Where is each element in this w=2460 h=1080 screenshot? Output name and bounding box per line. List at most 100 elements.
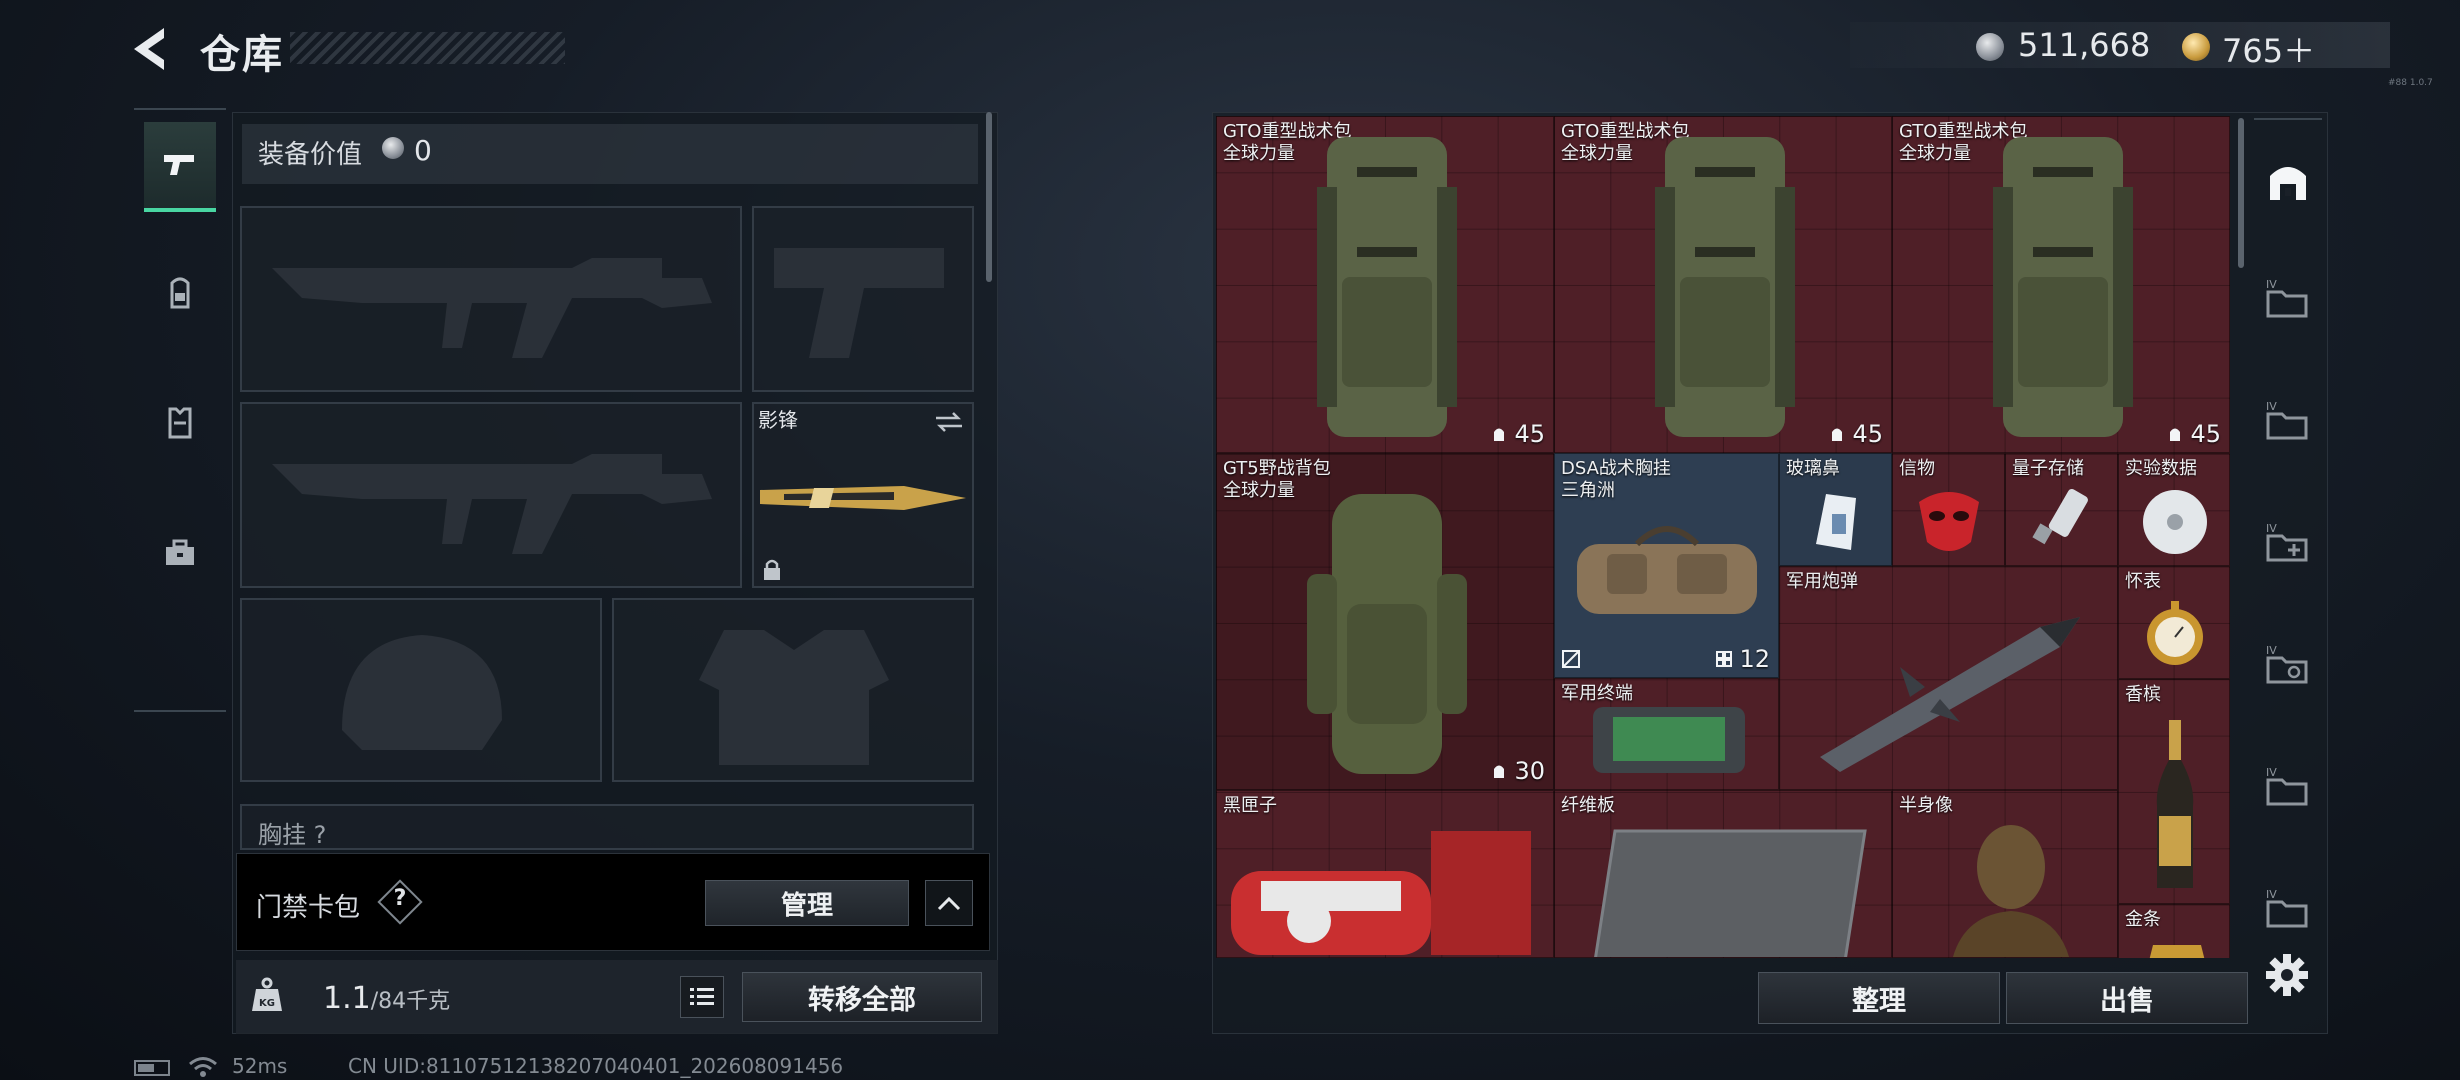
disc-icon bbox=[2143, 490, 2207, 554]
item-name: 怀表 bbox=[2125, 571, 2161, 592]
stash-grid[interactable]: GTO重型战术包 全球力量 45 GTO重型战术包 全球力量 45 GTO重型战术包… bbox=[1216, 116, 2230, 958]
capacity-icon bbox=[1494, 428, 1505, 441]
collapse-button[interactable] bbox=[925, 880, 973, 926]
item-name: 半身像 bbox=[1899, 795, 1953, 816]
stash-home-icon bbox=[2270, 167, 2306, 200]
sell-button[interactable]: 出售 bbox=[2006, 972, 2248, 1024]
svg-text:IV: IV bbox=[2266, 766, 2277, 779]
primary-weapon-slot[interactable] bbox=[240, 206, 742, 392]
stash-item[interactable]: GT5野战背包 全球力量 30 bbox=[1216, 453, 1554, 790]
tab-stash-iv-1[interactable]: IV bbox=[2262, 268, 2314, 328]
tab-stash-iv-add[interactable]: IV bbox=[2262, 512, 2314, 572]
folder-icon: IV bbox=[2266, 400, 2308, 440]
equipment-value: 0 bbox=[414, 134, 432, 167]
pistol-slot[interactable] bbox=[752, 206, 974, 392]
list-view-button[interactable] bbox=[680, 976, 724, 1018]
back-button[interactable] bbox=[128, 24, 178, 74]
tab-stash-iv-2[interactable]: IV bbox=[2262, 390, 2314, 450]
manage-button[interactable]: 管理 bbox=[705, 880, 909, 926]
version-label: #88 1.0.7 bbox=[2388, 78, 2433, 88]
stash-item[interactable]: 实验数据 bbox=[2118, 453, 2230, 566]
stash-item[interactable]: 纤维板 bbox=[1554, 790, 1892, 958]
stash-tabs: IV IV IV IV IV IV bbox=[2254, 118, 2322, 948]
weight-kg-icon: KG bbox=[252, 977, 282, 1011]
stash-item[interactable]: GTO重型战术包 全球力量 45 bbox=[1216, 116, 1554, 453]
battery-level bbox=[138, 1064, 154, 1072]
secondary-weapon-slot[interactable] bbox=[240, 402, 742, 588]
item-name: DSA战术胸挂 bbox=[1561, 458, 1671, 479]
tab-stash-iv-3[interactable]: IV bbox=[2262, 634, 2314, 694]
glass-item-icon bbox=[1816, 494, 1856, 550]
bust-statue-icon bbox=[1953, 825, 2069, 957]
stash-item[interactable]: GTO重型战术包 全球力量 45 bbox=[1554, 116, 1892, 453]
stash-item[interactable]: DSA战术胸挂 三角洲 12 bbox=[1554, 453, 1779, 678]
svg-text:IV: IV bbox=[2266, 278, 2277, 291]
capacity-icon bbox=[1832, 428, 1843, 441]
gear-icon[interactable] bbox=[2264, 952, 2310, 998]
gold-balance[interactable]: 765＋ bbox=[2222, 26, 2315, 72]
stash-item[interactable]: GTO重型战术包 全球力量 45 bbox=[1892, 116, 2230, 453]
loadout-scrollbar[interactable] bbox=[986, 112, 992, 282]
stash-item[interactable]: 量子存储 bbox=[2005, 453, 2118, 566]
silver-coin-icon bbox=[382, 137, 404, 159]
item-subtitle: 全球力量 bbox=[1899, 143, 1971, 164]
stash-item[interactable]: 怀表 bbox=[2118, 566, 2230, 679]
missile-icon bbox=[1820, 617, 2080, 772]
item-name: 玻璃鼻 bbox=[1786, 458, 1840, 479]
stash-item[interactable]: 军用炮弹 bbox=[1779, 566, 2118, 790]
silver-balance: 511,668 bbox=[2018, 26, 2151, 64]
stash-item[interactable]: 军用终端 bbox=[1554, 678, 1779, 790]
stash-item[interactable]: 香槟 bbox=[2118, 679, 2230, 904]
tab-stash-iv-5[interactable]: IV bbox=[2262, 878, 2314, 938]
item-count: 45 bbox=[2190, 420, 2221, 448]
stash-item[interactable]: 玻璃鼻 bbox=[1779, 453, 1892, 566]
help-mark: ? bbox=[393, 886, 407, 911]
item-name: 信物 bbox=[1899, 458, 1935, 479]
armor-slot[interactable] bbox=[612, 598, 974, 782]
stash-item[interactable]: 黑匣子 bbox=[1216, 790, 1554, 958]
item-subtitle: 三角洲 bbox=[1561, 480, 1615, 501]
item-subtitle: 全球力量 bbox=[1223, 480, 1295, 501]
item-name: 黑匣子 bbox=[1223, 795, 1277, 816]
gold-coin-icon bbox=[2182, 33, 2210, 61]
list-icon bbox=[690, 988, 714, 1005]
tab-backpack[interactable] bbox=[144, 248, 216, 338]
tab-all-stash[interactable] bbox=[2262, 150, 2314, 210]
weight-current: 1.1 bbox=[323, 981, 371, 1016]
sort-button[interactable]: 整理 bbox=[1758, 972, 2000, 1024]
tab-toolbox[interactable] bbox=[144, 508, 216, 598]
page-title: 仓库 bbox=[200, 32, 284, 78]
transfer-all-button[interactable]: 转移全部 bbox=[742, 972, 982, 1022]
item-count: 30 bbox=[1514, 757, 1545, 785]
item-name: 实验数据 bbox=[2125, 458, 2197, 479]
backpack-item-icon bbox=[1307, 494, 1467, 774]
capacity-icon bbox=[2170, 428, 2181, 441]
pistol-icon bbox=[164, 155, 194, 175]
user-uid: CN UID:8110751213820704040​1_20260809145… bbox=[348, 1054, 844, 1078]
stash-item[interactable]: 金条 bbox=[2118, 904, 2230, 958]
lock-icon bbox=[764, 559, 780, 580]
chest-rig-slot[interactable] bbox=[240, 804, 974, 850]
tab-weapons[interactable] bbox=[144, 122, 216, 212]
stash-scrollbar[interactable] bbox=[2238, 118, 2244, 268]
equipment-value-label: 装备价值 bbox=[258, 140, 363, 170]
carbon-board-icon bbox=[1594, 829, 1867, 957]
item-count: 45 bbox=[1852, 420, 1883, 448]
item-count: 45 bbox=[1514, 420, 1545, 448]
wifi-icon bbox=[189, 1057, 217, 1077]
weight-readout: 1.1/84千克 bbox=[323, 981, 450, 1016]
keycard-label: 门禁卡包 bbox=[256, 893, 361, 923]
stash-item[interactable]: 半身像 bbox=[1892, 790, 2118, 958]
mask-icon bbox=[1919, 492, 1979, 551]
svg-text:IV: IV bbox=[2266, 644, 2277, 657]
tab-stash-iv-4[interactable]: IV bbox=[2262, 756, 2314, 816]
loadout-tabs bbox=[134, 108, 226, 712]
helmet-silhouette-icon bbox=[342, 635, 502, 750]
item-name: 香槟 bbox=[2125, 684, 2161, 705]
folder-search-icon: IV bbox=[2266, 644, 2308, 684]
item-name: 纤维板 bbox=[1561, 795, 1615, 816]
helmet-slot[interactable] bbox=[240, 598, 602, 782]
stash-item[interactable]: 信物 bbox=[1892, 453, 2005, 566]
tab-armor[interactable] bbox=[144, 378, 216, 468]
slots-icon bbox=[1716, 651, 1733, 667]
